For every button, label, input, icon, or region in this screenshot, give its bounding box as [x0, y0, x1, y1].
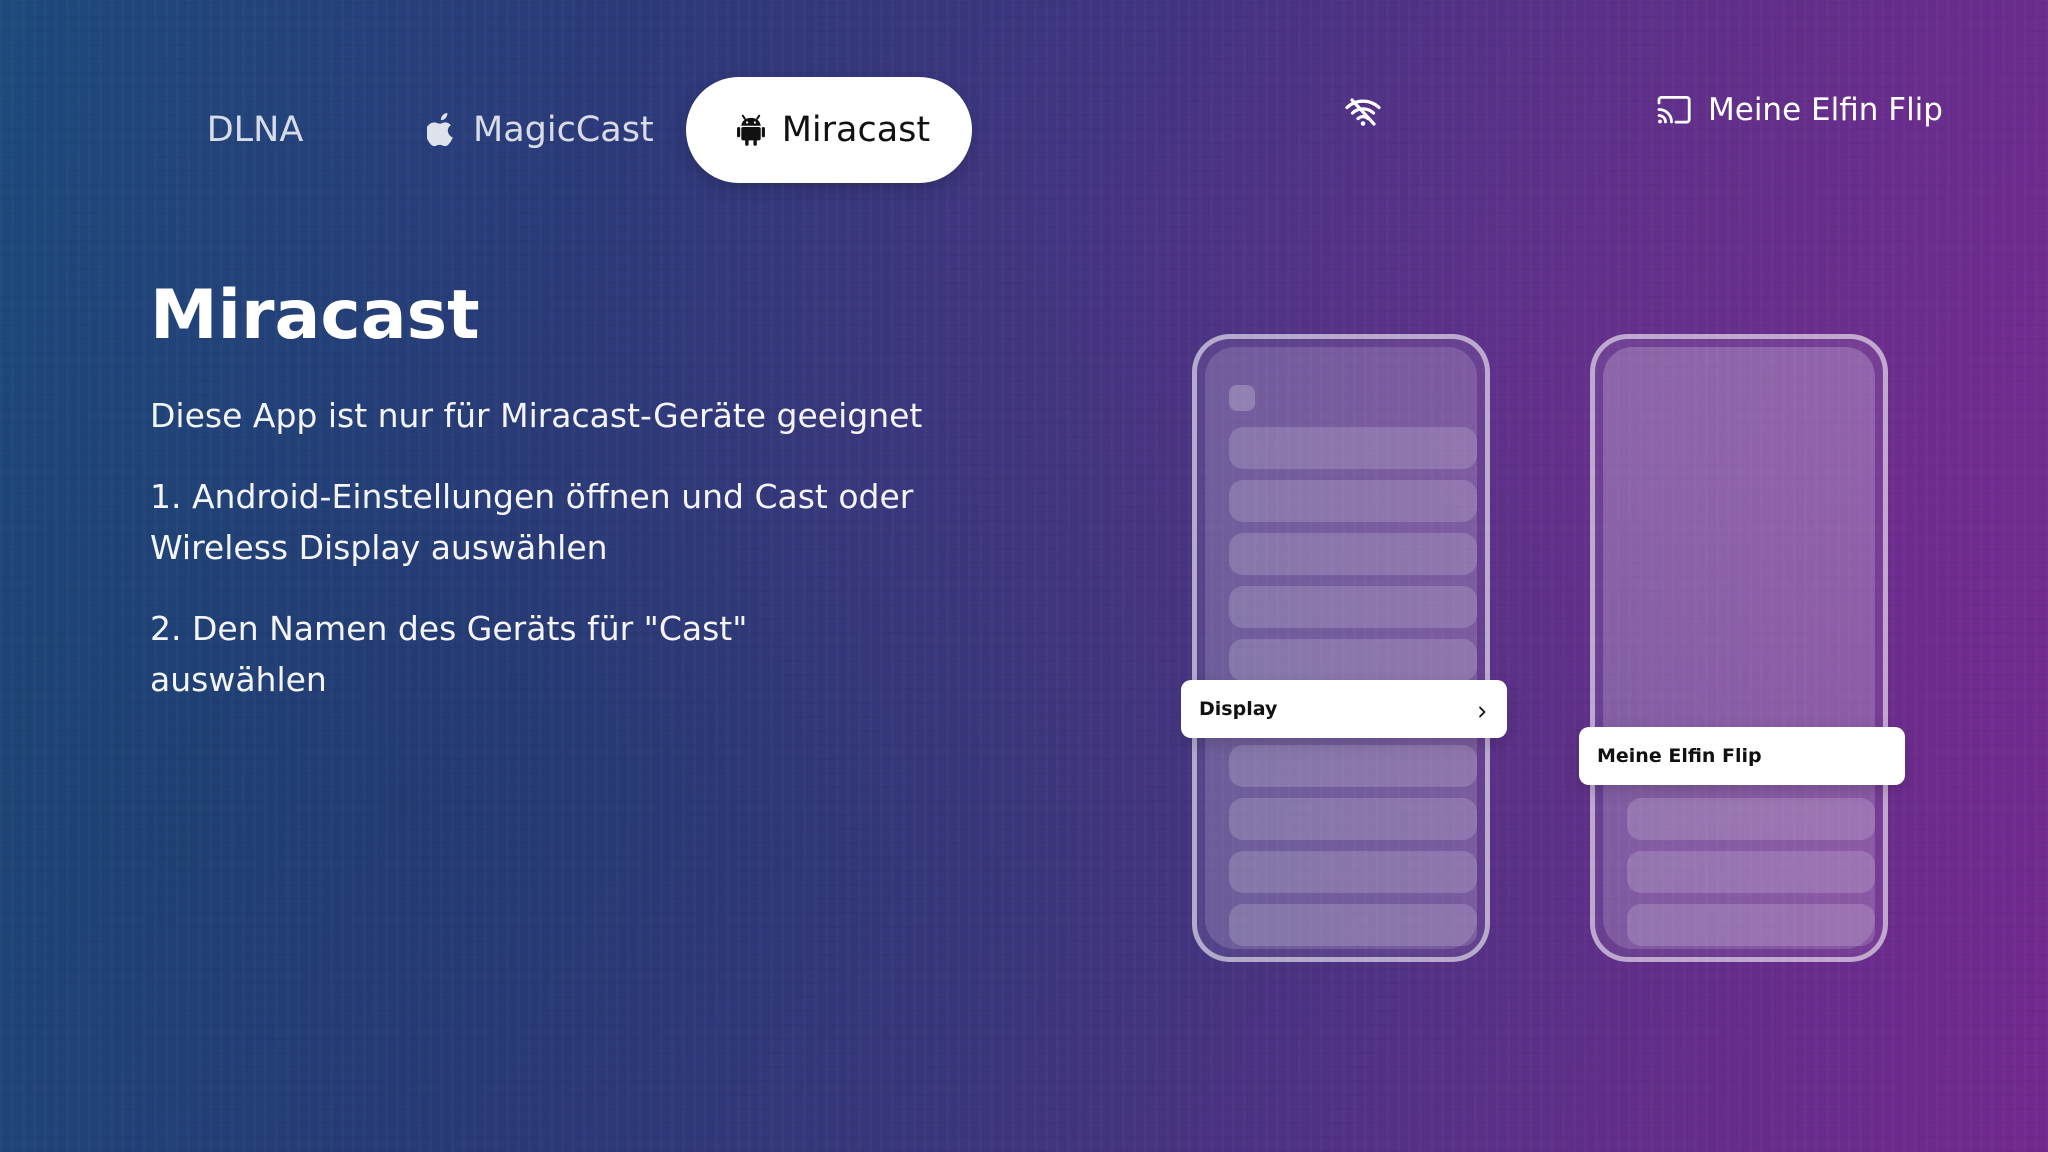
instruction-step-1-line-1: 1. Android-Einstellungen öffnen und Cast…: [150, 477, 914, 516]
page-title: Miracast: [150, 276, 480, 355]
phone-illustration-device-list: [1590, 334, 1888, 962]
tab-dlna[interactable]: DLNA: [150, 77, 360, 183]
phone-screen: [1603, 347, 1875, 949]
list-placeholder: [1229, 586, 1477, 628]
list-placeholder: [1229, 851, 1477, 893]
instruction-step-1: 1. Android-Einstellungen öffnen und Cast…: [150, 471, 930, 573]
list-placeholder: [1229, 745, 1477, 787]
phone-illustration-settings: [1192, 334, 1490, 962]
status-dot: [1229, 385, 1255, 411]
display-menu-item-illustration: Display: [1181, 680, 1507, 738]
list-placeholder: [1627, 851, 1875, 893]
list-placeholder: [1229, 798, 1477, 840]
device-list-label: Meine Elfin Flip: [1597, 745, 1762, 767]
device-name-label: Meine Elfin Flip: [1708, 92, 1943, 128]
tab-dlna-label: DLNA: [206, 110, 304, 150]
tab-miracast[interactable]: Miracast: [685, 77, 972, 183]
list-placeholder: [1627, 798, 1875, 840]
instruction-step-2: 2. Den Namen des Geräts für "Cast" auswä…: [150, 609, 748, 699]
current-device-name: Meine Elfin Flip: [1656, 92, 1943, 128]
chevron-right-icon: [1475, 702, 1489, 718]
phone-screen: [1205, 347, 1477, 949]
list-placeholder: [1627, 904, 1875, 946]
list-placeholder: [1229, 427, 1477, 469]
compatibility-note: Diese App ist nur für Miracast-Geräte ge…: [150, 396, 923, 435]
wifi-off-icon: [1344, 96, 1382, 128]
display-menu-label: Display: [1199, 698, 1278, 720]
tab-magiccast[interactable]: MagicCast: [405, 77, 654, 183]
device-list-item-illustration: Meine Elfin Flip: [1579, 727, 1905, 785]
cast-mode-tabs: DLNA MagicCast Miracast: [150, 77, 972, 183]
list-placeholder: [1229, 639, 1477, 681]
cast-icon: [1656, 95, 1692, 125]
list-placeholder: [1229, 480, 1477, 522]
instructions-panel: Miracast Diese App ist nur für Miracast-…: [150, 276, 930, 735]
tab-magiccast-label: MagicCast: [473, 110, 654, 150]
apple-icon: [427, 113, 457, 147]
tab-miracast-label: Miracast: [781, 110, 931, 150]
instruction-step-1-line-2: Wireless Display auswählen: [150, 528, 608, 567]
list-placeholder: [1229, 533, 1477, 575]
android-icon: [736, 113, 766, 147]
list-placeholder: [1229, 904, 1477, 946]
